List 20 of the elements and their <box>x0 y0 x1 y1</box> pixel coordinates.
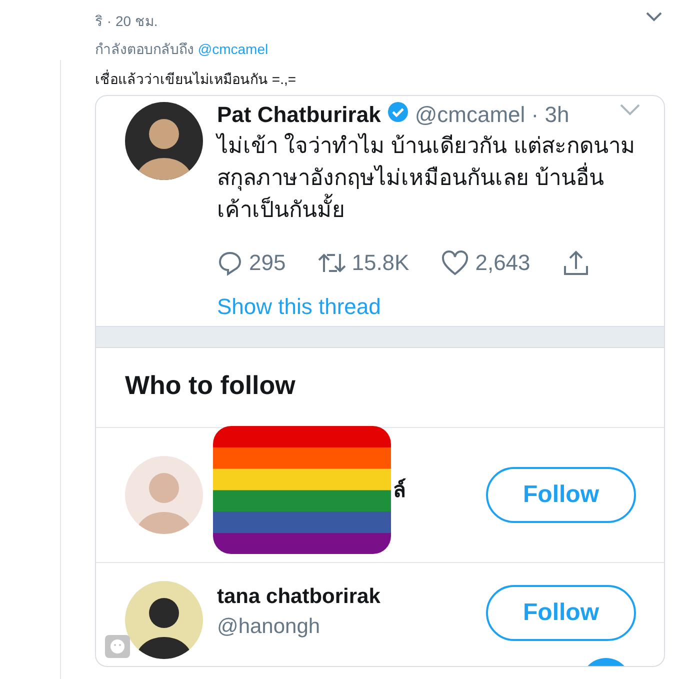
reply-count: 295 <box>249 250 286 276</box>
heart-icon[interactable] <box>441 250 470 276</box>
tweet-text: ไม่เข้า ใจว่าทำไม บ้านเดียวกัน แต่สะกดนาม สกุลภาษาอังกฤษไม่เหมือนกันเลย บ้านอื่น เค้าเป็นกันมั้ย <box>217 132 636 224</box>
follow-button[interactable]: Follow <box>486 467 636 523</box>
mention-link[interactable]: @cmcamel <box>198 41 268 57</box>
like-count: 2,643 <box>475 250 530 276</box>
share-icon[interactable] <box>562 249 590 277</box>
show-thread-link[interactable]: Show this thread <box>217 294 381 320</box>
account-handle: @hanongh <box>217 615 322 639</box>
author-handle: @cmcamel · 3h <box>414 102 570 128</box>
tweet-time: ริ · 20 ชม. <box>95 12 158 30</box>
follow-button[interactable]: Follow <box>486 585 636 641</box>
tweet-text: เชื่อแล้วว่าเขียนไม่เหมือนกัน =.,= <box>95 68 298 89</box>
retweet-count: 15.8K <box>352 250 410 276</box>
replying-to-text: กำลังตอบกลับถึง @cmcamel <box>95 40 270 59</box>
chevron-down-icon[interactable] <box>646 12 662 22</box>
account-name[interactable]: ล์ <box>393 473 406 506</box>
reply-icon[interactable] <box>217 250 243 276</box>
account-name[interactable]: tana chatborirak <box>217 585 486 609</box>
author-name[interactable]: Pat Chatburirak <box>217 102 381 128</box>
